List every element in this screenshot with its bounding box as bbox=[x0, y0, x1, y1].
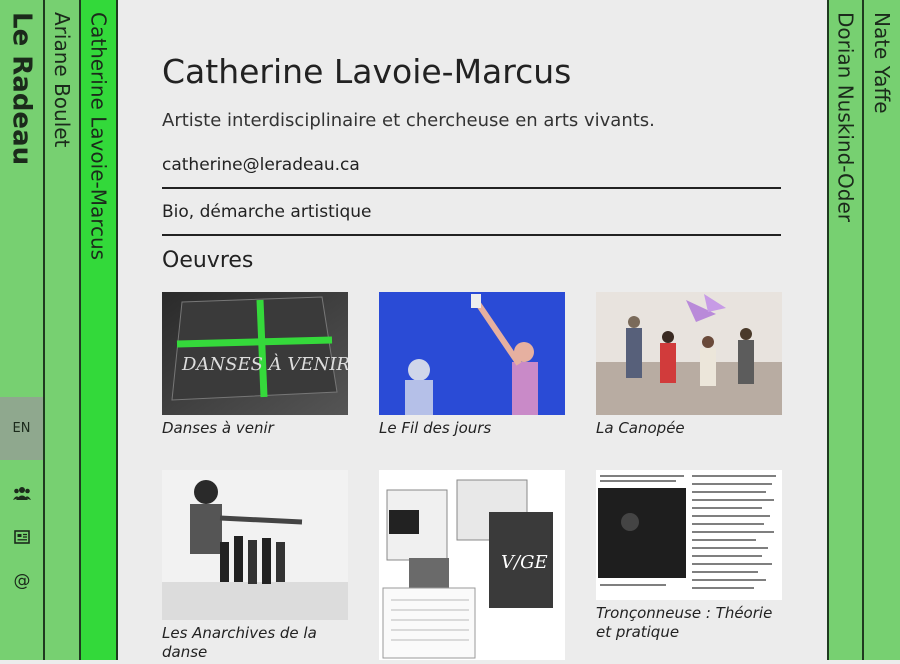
svg-text:DANSES À VENIR: DANSES À VENIR bbox=[181, 352, 348, 375]
work-card[interactable]: DANSES À VENIR Danses à venir bbox=[162, 292, 348, 438]
language-toggle[interactable]: EN bbox=[0, 397, 43, 460]
main-content: Catherine Lavoie-Marcus Artiste interdis… bbox=[118, 0, 827, 662]
work-card[interactable]: V/GE bbox=[379, 470, 565, 664]
column-dorian[interactable]: Dorian Nuskind-Oder bbox=[827, 0, 864, 660]
column-label-ariane[interactable]: Ariane Boulet bbox=[50, 12, 74, 147]
email-text: catherine@leradeau.ca bbox=[162, 155, 360, 175]
bio-link[interactable]: Bio, démarche artistique bbox=[162, 189, 781, 236]
people-icon[interactable] bbox=[13, 484, 31, 502]
work-thumbnail[interactable] bbox=[162, 470, 348, 620]
work-thumbnail[interactable] bbox=[379, 292, 565, 415]
work-title[interactable]: Danses à venir bbox=[162, 419, 348, 438]
column-label-nate[interactable]: Nate Yaffe bbox=[870, 12, 894, 114]
work-title[interactable]: Le Fil des jours bbox=[379, 419, 565, 438]
work-title[interactable]: Les Anarchives de la danse bbox=[162, 624, 348, 662]
work-title[interactable]: Tronçonneuse : Théorie et pratique bbox=[596, 604, 782, 642]
work-card[interactable]: Le Fil des jours bbox=[379, 292, 565, 438]
brand-column[interactable]: Le Radeau EN @ bbox=[0, 0, 45, 660]
column-nate[interactable]: Nate Yaffe bbox=[864, 0, 900, 660]
email-link[interactable]: catherine@leradeau.ca bbox=[162, 142, 781, 189]
bio-text: Bio, démarche artistique bbox=[162, 202, 372, 222]
column-label-dorian[interactable]: Dorian Nuskind-Oder bbox=[834, 12, 858, 222]
work-thumbnail[interactable] bbox=[596, 470, 782, 600]
works-heading: Oeuvres bbox=[162, 248, 254, 273]
page-title: Catherine Lavoie-Marcus bbox=[162, 52, 572, 91]
artist-description: Artiste interdisciplinaire et chercheuse… bbox=[162, 110, 655, 131]
work-title[interactable]: La Canopée bbox=[596, 419, 782, 438]
work-card[interactable]: Les Anarchives de la danse bbox=[162, 470, 348, 662]
work-card[interactable]: Tronçonneuse : Théorie et pratique bbox=[596, 470, 782, 642]
at-icon[interactable]: @ bbox=[13, 571, 31, 591]
work-card[interactable]: La Canopée bbox=[596, 292, 782, 438]
column-label-catherine[interactable]: Catherine Lavoie-Marcus bbox=[87, 12, 111, 260]
svg-text:V/GE: V/GE bbox=[501, 552, 548, 573]
work-thumbnail[interactable] bbox=[596, 292, 782, 415]
work-thumbnail[interactable]: V/GE bbox=[379, 470, 565, 660]
newspaper-icon[interactable] bbox=[13, 528, 31, 546]
column-ariane[interactable]: Ariane Boulet bbox=[45, 0, 81, 660]
work-thumbnail[interactable]: DANSES À VENIR bbox=[162, 292, 348, 415]
column-catherine[interactable]: Catherine Lavoie-Marcus bbox=[81, 0, 118, 660]
site-logo[interactable]: Le Radeau bbox=[7, 12, 37, 165]
